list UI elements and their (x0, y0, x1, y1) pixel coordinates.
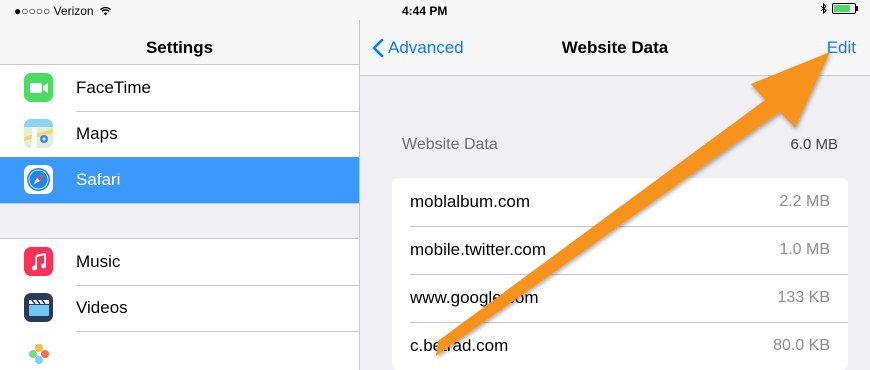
section-label: Website Data (402, 136, 498, 153)
status-time: 4:44 PM (402, 4, 448, 18)
section-header: Website Data 6.0 MB (402, 136, 838, 154)
sidebar-item-safari[interactable]: Safari (0, 157, 359, 203)
sidebar-item-label: Maps (76, 124, 118, 143)
status-right (820, 3, 858, 14)
sidebar-item-music[interactable]: Music (0, 239, 359, 285)
list-item[interactable]: moblalbum.com 2.2 MB (392, 178, 848, 226)
bluetooth-icon (820, 3, 827, 14)
videos-icon (24, 293, 53, 322)
sidebar-item-label: Music (76, 252, 121, 271)
wifi-icon (99, 7, 111, 16)
detail-nav-bar: Advanced Website Data Edit (360, 20, 870, 76)
music-icon (24, 247, 53, 276)
site-size: 80.0 KB (773, 337, 830, 354)
settings-sidebar: Settings FaceTime Maps Safari Music Vide… (0, 20, 360, 370)
page-title: Website Data (561, 38, 669, 57)
maps-icon (24, 119, 53, 148)
list-item[interactable]: www.google.com 133 KB (392, 274, 848, 322)
site-domain: www.google.com (410, 288, 539, 307)
site-domain: mobile.twitter.com (410, 240, 547, 259)
list-item[interactable]: c.betrad.com 80.0 KB (392, 322, 848, 370)
site-size: 133 KB (777, 289, 830, 306)
battery-icon (832, 3, 858, 14)
sidebar-item-label: Safari (76, 170, 121, 189)
sidebar-item-photos[interactable] (0, 331, 359, 370)
settings-group-1: FaceTime Maps Safari (0, 64, 359, 204)
settings-group-2: Music Videos (0, 238, 359, 370)
sidebar-item-maps[interactable]: Maps (0, 111, 359, 157)
status-bar: ●○○○○ Verizon 4:44 PM (0, 0, 870, 20)
sidebar-item-facetime[interactable]: FaceTime (0, 65, 359, 111)
section-total: 6.0 MB (790, 136, 838, 153)
sidebar-item-label: FaceTime (76, 78, 151, 97)
site-domain: c.betrad.com (410, 336, 509, 355)
safari-icon (24, 165, 53, 194)
edit-button[interactable]: Edit (827, 20, 856, 76)
site-domain: moblalbum.com (410, 192, 530, 211)
list-item[interactable]: mobile.twitter.com 1.0 MB (392, 226, 848, 274)
battery-fill (834, 5, 850, 12)
site-size: 1.0 MB (779, 241, 830, 258)
photos-icon (24, 339, 53, 368)
settings-title: Settings (145, 37, 214, 57)
carrier-info: ●○○○○ Verizon (14, 4, 111, 18)
carrier-label: ●○○○○ Verizon (14, 4, 94, 18)
sidebar-item-videos[interactable]: Videos (0, 285, 359, 331)
facetime-icon (24, 73, 53, 102)
website-data-pane: Advanced Website Data Edit Website Data … (360, 20, 870, 370)
site-size: 2.2 MB (779, 193, 830, 210)
website-list: moblalbum.com 2.2 MB mobile.twitter.com … (392, 178, 848, 370)
sidebar-item-label: Videos (76, 298, 128, 317)
